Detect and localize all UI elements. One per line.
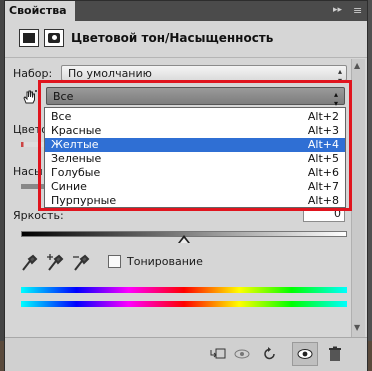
trash-icon[interactable]	[326, 346, 344, 362]
colorize-label: Тонирование	[127, 255, 203, 268]
preset-label: Набор:	[13, 67, 53, 80]
eyedropper-add-icon[interactable]	[45, 254, 65, 272]
brightness-slider-thumb-fill	[180, 238, 188, 243]
output-color-spectrum	[21, 301, 347, 307]
channel-select-value: Все	[53, 90, 74, 103]
channel-option-shortcut: Alt+3	[307, 124, 339, 137]
preset-select[interactable]: По умолчанию ▴ ▾	[61, 65, 347, 85]
channel-option-shortcut: Alt+7	[307, 180, 339, 193]
channel-option-label: Голубые	[51, 166, 101, 179]
input-color-spectrum	[21, 287, 347, 293]
channel-option[interactable]: Голубые Alt+6	[45, 166, 345, 180]
colorize-checkbox[interactable]	[108, 255, 121, 268]
eyedropper-subtract-icon[interactable]	[71, 254, 91, 272]
channel-option-label: Желтые	[51, 138, 99, 151]
channel-option-shortcut: Alt+8	[307, 194, 339, 207]
channel-option[interactable]: Пурпурные Alt+8	[45, 194, 345, 208]
channel-option[interactable]: Желтые Alt+4	[45, 138, 345, 152]
panel-scrollbar[interactable]: ▲ ▼	[351, 59, 365, 337]
reset-icon[interactable]	[261, 346, 279, 362]
clip-to-layer-icon[interactable]	[209, 346, 227, 362]
channel-option[interactable]: Зеленые Alt+5	[45, 152, 345, 166]
channel-option-label: Все	[51, 110, 72, 123]
hand-tool-icon[interactable]	[21, 89, 39, 105]
select-arrows-icon: ▴ ▾	[333, 90, 338, 108]
channel-option-shortcut: Alt+4	[307, 138, 339, 151]
eye-icon[interactable]	[296, 346, 314, 362]
panel-footer	[5, 337, 367, 371]
scroll-down-icon[interactable]: ▼	[354, 323, 360, 332]
channel-option-shortcut: Alt+2	[307, 110, 339, 123]
collapse-icon[interactable]: ▸▸	[333, 5, 342, 15]
channel-option[interactable]: Красные Alt+3	[45, 124, 345, 138]
scroll-up-icon[interactable]: ▲	[354, 61, 360, 70]
layer-mask-icon[interactable]	[44, 29, 64, 47]
channel-option-shortcut: Alt+6	[307, 166, 339, 179]
adjustment-title: Цветовой тон/Насыщенность	[71, 31, 274, 45]
channel-option-label: Зеленые	[51, 152, 102, 165]
channel-option[interactable]: Синие Alt+7	[45, 180, 345, 194]
header-divider	[5, 57, 367, 58]
panel-menu-icon[interactable]: ≡	[353, 4, 362, 17]
channel-select[interactable]: Все ▴ ▾	[46, 87, 345, 108]
channel-options-list: Все Alt+2 Красные Alt+3 Желтые Alt+4 Зеленые Al…	[44, 107, 346, 208]
channel-option-label: Пурпурные	[51, 194, 117, 207]
channel-option-shortcut: Alt+5	[307, 152, 339, 165]
adjustment-header: Цветовой тон/Насыщенность	[5, 21, 367, 57]
preset-value: По умолчанию	[68, 67, 152, 80]
channel-option[interactable]: Все Alt+2	[45, 110, 345, 124]
channel-option-label: Красные	[51, 124, 102, 137]
channel-option-label: Синие	[51, 180, 87, 193]
view-previous-icon[interactable]	[233, 346, 251, 362]
eyedropper-icon[interactable]	[19, 254, 39, 272]
panel-tabbar: Свойства ▸▸ ≡	[5, 1, 367, 21]
tab-properties[interactable]: Свойства	[5, 1, 75, 21]
adjustment-layer-icon[interactable]	[19, 29, 39, 47]
